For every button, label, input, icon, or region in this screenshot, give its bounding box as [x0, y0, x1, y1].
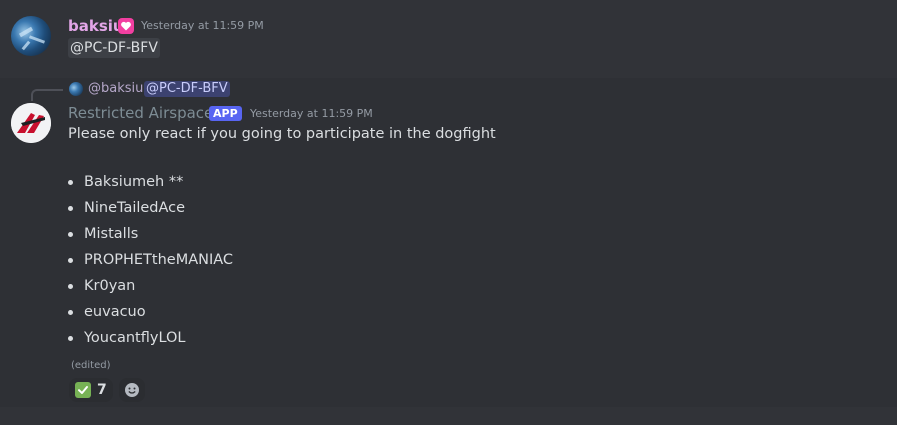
bot-username[interactable]: Restricted Airspace: [68, 103, 213, 123]
white-check-mark-icon: [75, 382, 91, 398]
edited-label: (edited): [71, 360, 111, 371]
reply-connector: [31, 89, 63, 101]
app-badge: APP: [209, 106, 242, 121]
username[interactable]: baksiu: [68, 16, 124, 36]
role-mention[interactable]: @PC-DF-BFV: [68, 38, 160, 58]
reaction-count: 7: [97, 382, 107, 398]
list-item: NineTailedAce: [68, 198, 233, 224]
message-restricted-airspace: @baksiu @PC-DF-BFV Restricted Airspace A…: [0, 78, 897, 407]
reply-avatar[interactable]: [69, 82, 83, 96]
heart-badge-icon[interactable]: [118, 18, 134, 34]
message-content: Please only react if you going to partic…: [68, 126, 496, 142]
jet-logo-icon: [11, 103, 51, 143]
list-item: Baksiumeh **: [68, 172, 233, 198]
reply-username[interactable]: @baksiu: [88, 81, 143, 97]
message-baksiu: baksiu Yesterday at 11:59 PM @PC-DF-BFV: [0, 0, 897, 78]
reply-role-mention[interactable]: @PC-DF-BFV: [144, 81, 230, 97]
list-item: PROPHETtheMANIAC: [68, 250, 233, 276]
list-item: YoucantflyLOL: [68, 328, 233, 354]
list-item: Kr0yan: [68, 276, 233, 302]
add-reaction-button[interactable]: [119, 378, 145, 402]
timestamp[interactable]: Yesterday at 11:59 PM: [141, 18, 264, 34]
timestamp[interactable]: Yesterday at 11:59 PM: [250, 106, 373, 122]
participant-list: Baksiumeh ** NineTailedAce Mistalls PROP…: [68, 172, 233, 354]
smiley-icon: [125, 383, 139, 397]
chat-view: baksiu Yesterday at 11:59 PM @PC-DF-BFV …: [0, 0, 897, 425]
reaction-check[interactable]: 7: [69, 378, 113, 402]
list-item: Mistalls: [68, 224, 233, 250]
avatar[interactable]: [11, 16, 51, 56]
bot-avatar[interactable]: [11, 103, 51, 143]
list-item: euvacuo: [68, 302, 233, 328]
